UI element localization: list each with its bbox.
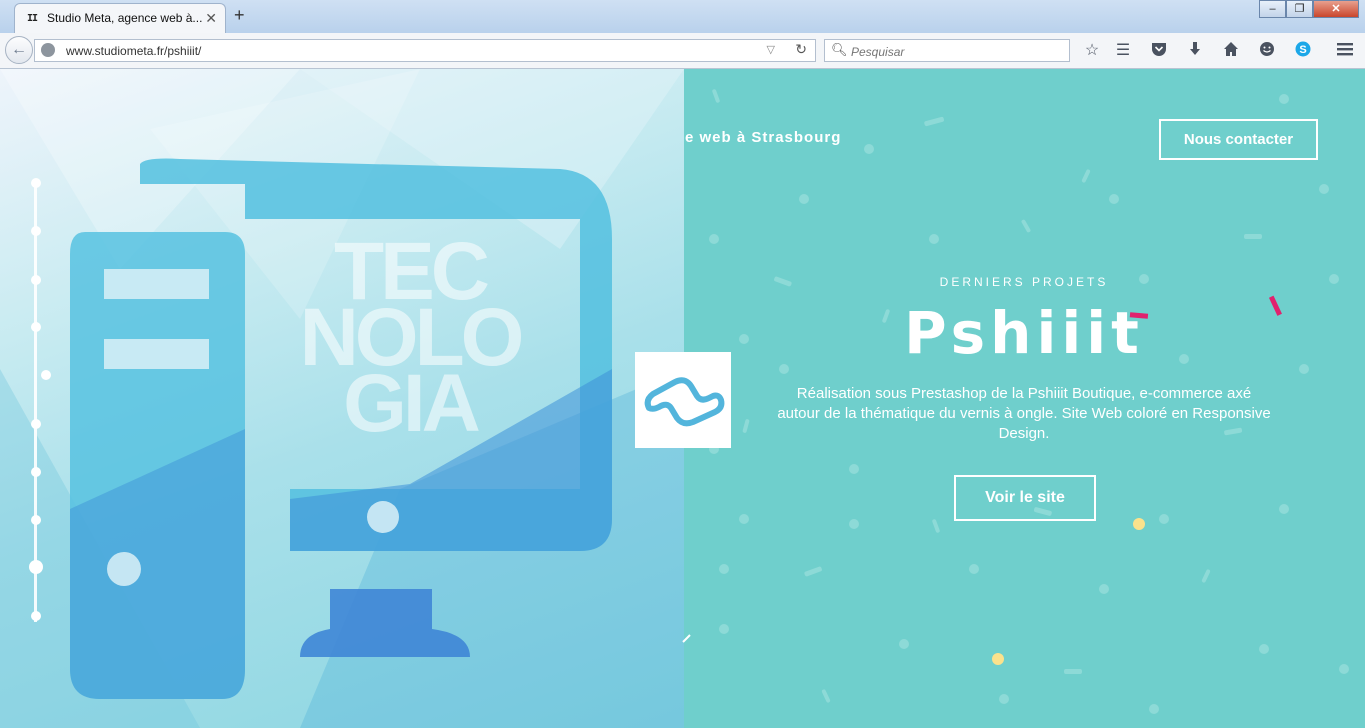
slide-nav-dot[interactable]	[31, 322, 41, 332]
slide-nav-dot[interactable]	[31, 275, 41, 285]
confetti-yellow	[992, 653, 1004, 665]
reading-list-icon[interactable]: ☰	[1113, 41, 1133, 61]
browser-titlebar: II Studio Meta, agence web à... ✕ + – ❐ …	[0, 0, 1365, 33]
site-tagline: e web à Strasbourg	[685, 129, 842, 146]
search-icon: 🔍︎	[831, 42, 848, 57]
search-bar[interactable]: 🔍︎	[824, 39, 1070, 63]
contact-button[interactable]: Nous contacter	[1159, 119, 1318, 160]
site-favicon-icon: II	[27, 13, 38, 24]
infinity-logo-icon	[644, 377, 725, 427]
project-visual: TEC NOLO GIA	[0, 69, 684, 728]
slide-nav-dot[interactable]	[31, 611, 41, 621]
close-window-button[interactable]: ✕	[1313, 0, 1359, 18]
tab-title: Studio Meta, agence web à...	[47, 11, 203, 25]
window-controls: – ❐ ✕	[1259, 0, 1359, 20]
slide-nav-dot[interactable]	[41, 370, 51, 380]
slide-nav-dot-active[interactable]	[29, 560, 43, 574]
star-icon[interactable]: ☆	[1082, 41, 1102, 61]
confetti-yellow	[1133, 518, 1145, 530]
slide-nav-dot[interactable]	[31, 419, 41, 429]
hero-text: TEC NOLO GIA	[285, 231, 535, 445]
home-icon[interactable]	[1221, 41, 1241, 61]
skype-icon[interactable]: S	[1293, 41, 1313, 61]
maximize-button[interactable]: ❐	[1286, 0, 1313, 18]
project-description: Réalisation sous Prestashop de la Pshiii…	[777, 385, 1271, 442]
url-dropdown-icon[interactable]: ▽	[767, 43, 775, 56]
confetti-pink	[1268, 295, 1282, 316]
slide-nav-line	[34, 182, 37, 622]
web-page: TEC NOLO GIA e web à Strasbourg Nous con…	[0, 69, 1365, 728]
slide-nav-dot[interactable]	[31, 515, 41, 525]
slide-arrow-icon[interactable]	[681, 632, 693, 644]
reload-icon[interactable]: ↻	[795, 41, 807, 58]
search-input[interactable]	[849, 40, 1068, 63]
tab-close-icon[interactable]: ✕	[205, 10, 217, 27]
slide-nav-dot[interactable]	[31, 226, 41, 236]
smiley-icon[interactable]	[1257, 41, 1277, 61]
menu-icon[interactable]	[1335, 41, 1355, 61]
section-label: DERNIERS PROJETS	[939, 275, 1109, 289]
studio-meta-logo[interactable]	[635, 352, 731, 448]
globe-icon	[41, 43, 55, 57]
slide-nav-dot[interactable]	[31, 178, 41, 188]
download-icon[interactable]	[1185, 41, 1205, 61]
url-bar[interactable]: www.studiometa.fr/pshiiit/ ▽ ↻	[34, 39, 816, 62]
svg-text:S: S	[1299, 44, 1306, 56]
url-text: www.studiometa.fr/pshiiit/	[66, 44, 202, 58]
back-button[interactable]: ←	[5, 36, 33, 64]
slide-nav-dot[interactable]	[31, 467, 41, 477]
view-site-button[interactable]: Voir le site	[954, 475, 1096, 521]
minimize-button[interactable]: –	[1259, 0, 1286, 18]
browser-tab[interactable]: II Studio Meta, agence web à... ✕	[14, 3, 226, 33]
new-tab-button[interactable]: +	[234, 5, 245, 26]
pocket-icon[interactable]	[1149, 41, 1169, 61]
project-title: Pshiiit	[904, 299, 1144, 367]
browser-navbar: ← www.studiometa.fr/pshiiit/ ▽ ↻ 🔍︎ ☆ ☰ …	[0, 33, 1365, 69]
